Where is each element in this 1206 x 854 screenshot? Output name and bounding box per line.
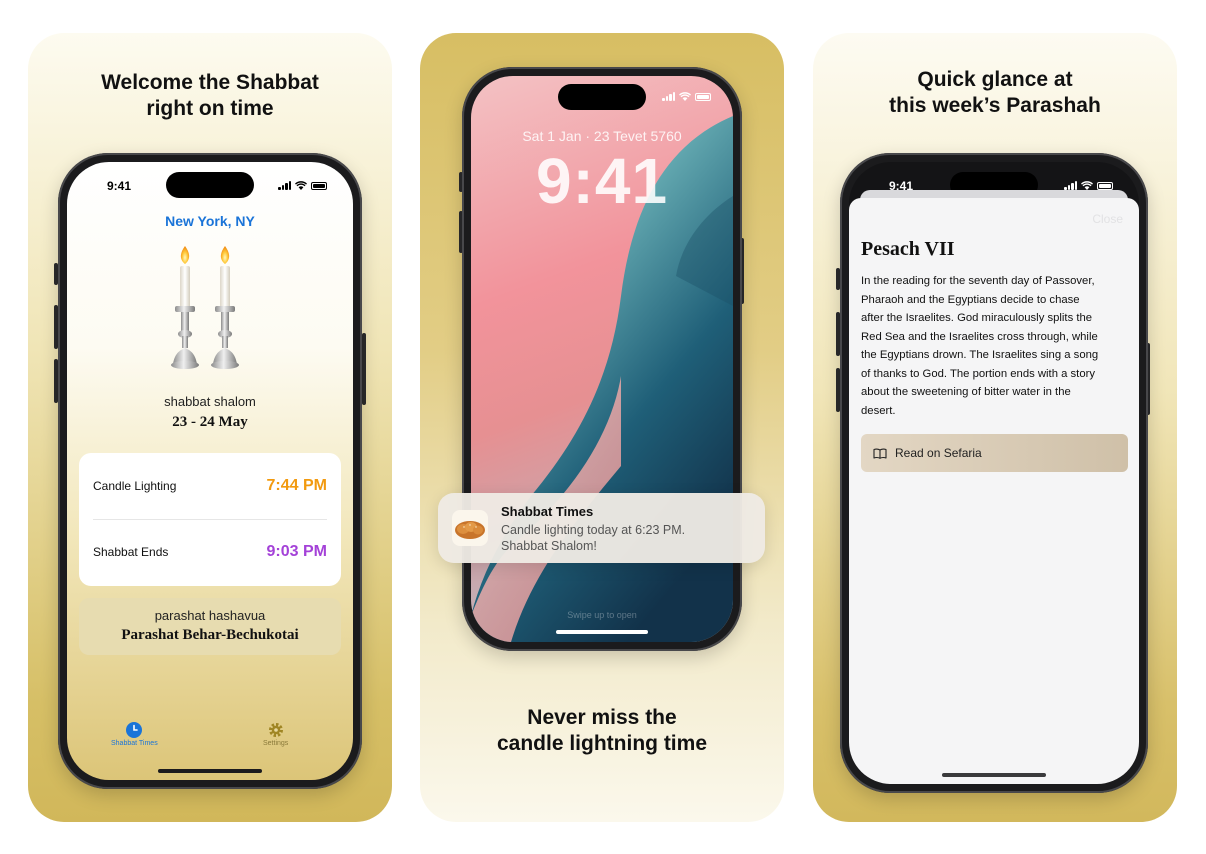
home-indicator[interactable]: [158, 769, 262, 773]
wifi-icon: [1081, 181, 1093, 190]
candle-lighting-label: Candle Lighting: [93, 479, 177, 493]
panel3-headline: Quick glance at this week’s Parashah: [813, 67, 1177, 119]
challah-icon: [452, 510, 488, 546]
panel-lock-screen: Sat 1 Jan · 23 Tevet 5760 9:41 Swipe up …: [420, 33, 784, 822]
book-icon: [873, 447, 887, 459]
status-icons: [278, 181, 327, 190]
summary-line: In the reading for the seventh day of Pa…: [861, 275, 1095, 287]
summary-line: after the Israelites. God miraculously s…: [861, 312, 1093, 324]
times-card: Candle Lighting 7:44 PM Shabbat Ends 9:0…: [79, 453, 341, 586]
summary-line: the Egyptians drown. The Israelites sing…: [861, 349, 1099, 361]
candle-lighting-time: 7:44 PM: [266, 477, 327, 494]
battery-icon: [311, 182, 327, 190]
home-indicator[interactable]: [942, 773, 1046, 777]
parashah-sheet: Close Pesach VII In the reading for the …: [849, 198, 1139, 784]
tab-label: Settings: [263, 740, 289, 747]
gear-icon: [268, 723, 283, 737]
battery-icon: [1097, 182, 1113, 190]
tab-settings[interactable]: Settings: [263, 722, 288, 747]
wifi-icon: [295, 181, 307, 190]
phone-frame: 9:41 New York, NY shabbat shalom 23 - 24…: [58, 153, 362, 789]
summary-line: desert.: [861, 404, 896, 417]
clock-icon: [126, 722, 143, 738]
shabbat-ends-time: 9:03 PM: [266, 543, 327, 560]
portion-title: Pesach VII: [861, 238, 955, 260]
summary-line: of thanks to God. The portion ends with …: [861, 367, 1096, 380]
phone-screen: 9:41 New York, NY shabbat shalom 23 - 24…: [67, 162, 353, 780]
wifi-icon: [679, 92, 691, 101]
panel2-headline: Never miss the candle lightning time: [420, 705, 784, 757]
portion-summary: In the reading for the seventh day of Pa…: [861, 272, 1129, 420]
signal-icon: [662, 92, 675, 101]
parasha-card[interactable]: parashat hashavua Parashat Behar-Bechuko…: [79, 598, 341, 655]
parasha-name: Parashat Behar-Bechukotai: [121, 627, 299, 643]
headline-line: right on time: [146, 97, 274, 120]
tab-shabbat-times[interactable]: Shabbat Times: [111, 722, 158, 747]
date-range: 23 - 24 May: [172, 414, 248, 430]
notification-line: Shabbat Shalom!: [501, 539, 597, 553]
status-icons: [1064, 181, 1113, 190]
greeting-label: shabbat shalom: [164, 394, 256, 409]
headline-line: Never miss the: [527, 706, 677, 729]
summary-line: about the sweetening of bitter water in …: [861, 386, 1071, 398]
status-time: 9:41: [107, 179, 132, 193]
headline-line: this week’s Parashah: [889, 94, 1101, 117]
signal-icon: [1064, 181, 1077, 190]
phone-screen: 9:41 Close Pesach VII In the reading for…: [849, 162, 1139, 784]
notification-line: Candle lighting today at 6:23 PM.: [501, 523, 686, 537]
headline-line: Welcome the Shabbat: [101, 71, 319, 94]
status-icons: [662, 92, 711, 101]
dynamic-island: [166, 172, 254, 198]
panel-parashah: Quick glance at this week’s Parashah 9:4…: [813, 33, 1177, 822]
lock-date: Sat 1 Jan · 23 Tevet 5760: [522, 128, 682, 144]
read-button-label: Read on Sefaria: [895, 446, 982, 460]
notification[interactable]: Shabbat Times Candle lighting today at 6…: [438, 493, 765, 563]
phone-frame: 9:41 Close Pesach VII In the reading for…: [840, 153, 1148, 793]
candle-lighting-row: Candle Lighting 7:44 PM: [93, 453, 327, 519]
home-indicator[interactable]: [556, 630, 648, 634]
side-button: [362, 333, 366, 405]
signal-icon: [278, 181, 291, 190]
shabbat-ends-label: Shabbat Ends: [93, 545, 169, 559]
read-on-sefaria-button[interactable]: Read on Sefaria: [861, 434, 1128, 472]
battery-icon: [695, 93, 711, 101]
summary-line: Red Sea and the Israelites cross through…: [861, 330, 1098, 343]
summary-line: Pharaoh and the Egyptians decide to chas…: [861, 293, 1080, 306]
dynamic-island: [558, 84, 646, 110]
parasha-kicker: parashat hashavua: [154, 608, 266, 623]
phone-frame: Sat 1 Jan · 23 Tevet 5760 9:41 Swipe up …: [462, 67, 742, 651]
lock-time: 9:41: [535, 145, 669, 217]
shabbat-ends-row: Shabbat Ends 9:03 PM: [93, 519, 327, 585]
location-label[interactable]: New York, NY: [67, 213, 353, 229]
swipe-hint: Swipe up to open: [567, 610, 637, 620]
notification-body: Candle lighting today at 6:23 PM. Shabba…: [501, 522, 685, 554]
close-button[interactable]: Close: [1092, 212, 1123, 226]
candles-icon: [171, 246, 239, 369]
headline-line: candle lightning time: [496, 732, 707, 755]
notification-title: Shabbat Times: [501, 504, 594, 519]
headline-line: Quick glance at: [917, 68, 1073, 91]
panel-shabbat-times: Welcome the Shabbat right on time 9:41 N…: [28, 33, 392, 822]
panel1-headline: Welcome the Shabbat right on time: [28, 70, 392, 122]
tab-label: Shabbat Times: [111, 740, 158, 747]
